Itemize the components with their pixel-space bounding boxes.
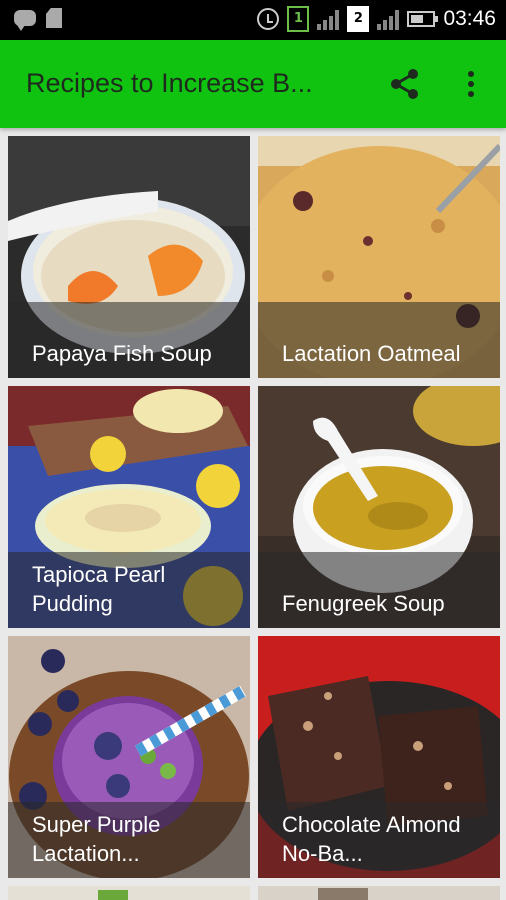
recipe-card[interactable]: Papaya Fish Soup (8, 136, 250, 378)
recipe-card[interactable]: Super Purple Lactation... (8, 636, 250, 878)
share-icon (391, 69, 418, 99)
recipe-title: Fenugreek Soup (282, 591, 445, 616)
recipe-card[interactable]: Chocolate Almond No-Ba... (258, 636, 500, 878)
recipe-title: Tapioca Pearl Pudding (32, 562, 166, 616)
sim1-icon: 1 (287, 6, 310, 32)
recipe-grid: Papaya Fish Soup Lactation Oatmeal Tapio… (0, 128, 506, 900)
status-bar: 1 2 03:46 (0, 0, 506, 40)
recipe-card[interactable]: Tapioca Pearl Pudding (8, 386, 250, 628)
recipe-title: Papaya Fish Soup (32, 341, 212, 366)
more-options-button[interactable] (456, 67, 486, 101)
sim2-icon: 2 (347, 6, 370, 32)
recipe-photo (8, 886, 250, 900)
share-button[interactable] (388, 67, 422, 101)
more-vert-icon (468, 71, 474, 97)
recipe-title: Lactation Oatmeal (282, 341, 461, 366)
recipe-photo (258, 886, 500, 900)
recipe-card[interactable] (258, 886, 500, 900)
message-icon (14, 10, 36, 31)
signal-icon (317, 8, 340, 30)
signal-icon-2 (377, 8, 400, 30)
recipe-title: Chocolate Almond No-Ba... (282, 812, 461, 866)
clock: 03:46 (443, 7, 496, 30)
recipe-card[interactable]: Lactation Oatmeal (258, 136, 500, 378)
recipe-card[interactable] (8, 886, 250, 900)
app-bar: Recipes to Increase B... (0, 40, 506, 128)
alarm-icon (257, 8, 280, 30)
sdcard-icon (46, 8, 62, 28)
recipe-card[interactable]: Fenugreek Soup (258, 386, 500, 628)
page-title: Recipes to Increase B... (26, 68, 313, 98)
recipe-title: Super Purple Lactation... (32, 812, 161, 866)
battery-icon (407, 11, 439, 27)
